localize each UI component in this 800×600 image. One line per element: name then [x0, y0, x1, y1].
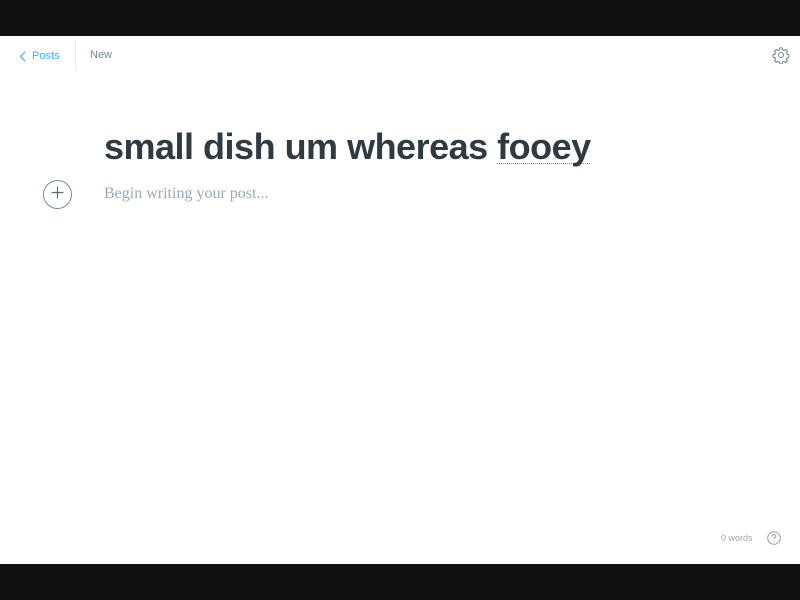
- plus-icon: [51, 186, 64, 204]
- back-link-label: Posts: [32, 50, 60, 62]
- post-body-editor[interactable]: Begin writing your post...: [104, 185, 704, 203]
- misspelled-word[interactable]: fooey: [497, 126, 591, 167]
- gear-icon: [772, 46, 790, 64]
- editor-topbar: Posts New: [0, 36, 800, 74]
- letterbox-top: [0, 0, 800, 36]
- post-title-text: small dish um whereas: [104, 126, 498, 167]
- help-button[interactable]: [767, 531, 781, 545]
- word-count: 0 words: [721, 533, 753, 543]
- post-title[interactable]: small dish um whereas fooey: [104, 126, 704, 168]
- topbar-divider: [75, 40, 76, 70]
- chevron-left-icon: [19, 50, 26, 62]
- post-status: New: [90, 49, 113, 61]
- settings-button[interactable]: [772, 46, 790, 64]
- post-editor: Posts New small dish um whereas fooey Be…: [0, 36, 800, 564]
- help-circle-icon: [767, 531, 781, 545]
- back-to-posts-link[interactable]: Posts: [19, 48, 60, 64]
- add-card-button[interactable]: [43, 180, 72, 209]
- letterbox-bottom: [0, 564, 800, 600]
